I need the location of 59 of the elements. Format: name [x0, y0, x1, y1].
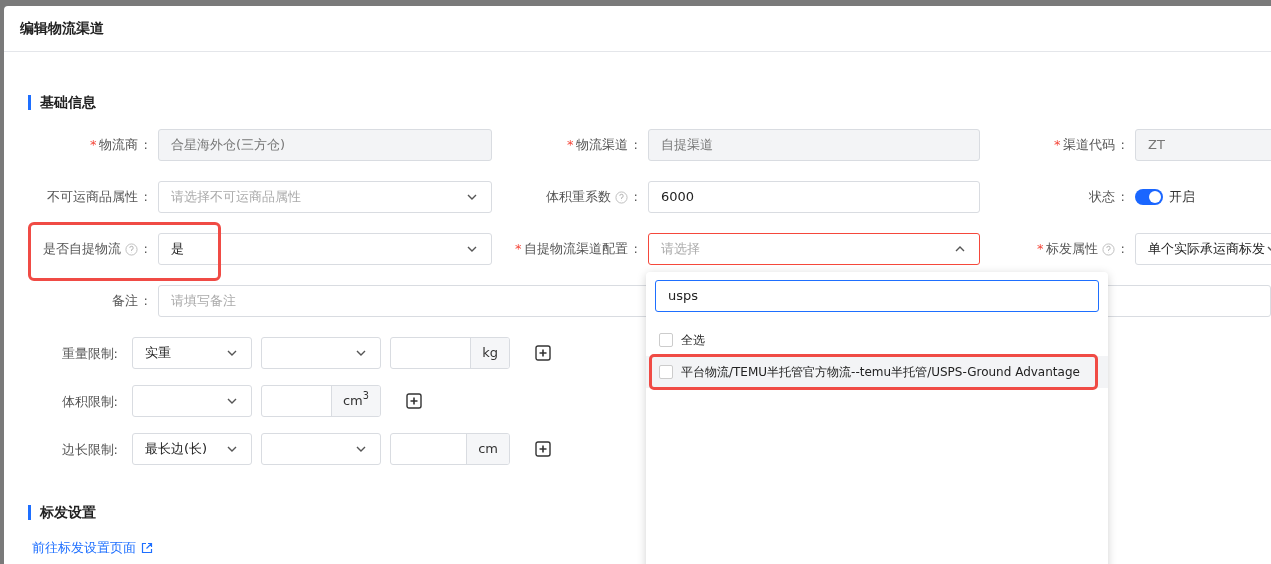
field-label: 体积重系数 [545, 188, 611, 207]
select-field[interactable]: 最长边(长) [132, 433, 252, 465]
select-field[interactable]: 单个实际承运商标发 [1135, 233, 1271, 265]
section-marker [28, 504, 31, 520]
label-colon: : [633, 240, 638, 259]
required-mark: * [90, 136, 97, 155]
required-mark: * [1037, 240, 1044, 259]
external-link-icon [141, 541, 153, 554]
add-icon[interactable] [406, 393, 422, 409]
field-label: 状态 [1088, 188, 1115, 207]
field-label: 物流商 [98, 136, 138, 155]
select-field[interactable] [261, 433, 381, 465]
unit-input-field[interactable]: cm [390, 433, 510, 465]
field-label: 不可运商品属性 [46, 188, 138, 207]
required-mark: * [1054, 136, 1061, 155]
status-switch[interactable] [1135, 189, 1163, 205]
settings-page-link[interactable]: 前往标发设置页面 [32, 538, 153, 558]
select-field[interactable] [261, 337, 381, 369]
label-colon: : [633, 188, 638, 207]
add-icon[interactable] [535, 441, 551, 457]
dialog-title: 编辑物流渠道 [4, 6, 1271, 52]
label-colon: : [143, 136, 148, 155]
switch-label: 开启 [1169, 188, 1195, 207]
select-field[interactable]: 实重 [132, 337, 252, 369]
input-field[interactable]: 6000 [648, 181, 980, 213]
field-label: 物流渠道 [575, 136, 628, 155]
field-label: 渠道代码 [1062, 136, 1115, 155]
section-heading: 基础信息 [40, 92, 96, 112]
search-field[interactable]: usps [655, 280, 1099, 312]
label-colon: : [143, 292, 148, 311]
add-icon[interactable] [535, 345, 551, 361]
limit-label: 重量限制: [61, 346, 118, 361]
required-mark: * [567, 136, 574, 155]
select-field[interactable]: 是 [158, 233, 492, 265]
unit-input-field[interactable]: kg [390, 337, 510, 369]
limit-label: 体积限制: [61, 394, 118, 409]
label-colon: : [143, 188, 148, 207]
field-label: 是否自提物流 [42, 240, 121, 259]
unit-suffix: kg [470, 338, 509, 368]
field-label: 自提物流渠道配置 [523, 240, 628, 259]
label-colon: : [1120, 240, 1125, 259]
select-field[interactable] [132, 385, 252, 417]
section-marker [28, 94, 31, 110]
label-colon: : [633, 136, 638, 155]
unit-input-field[interactable]: cm$^{3}$ [261, 385, 381, 417]
field-label: 备注 [111, 292, 138, 311]
label-colon: : [1120, 188, 1125, 207]
label-colon: : [143, 240, 148, 259]
unit-suffix: cm [466, 434, 509, 464]
label-colon: : [1120, 136, 1125, 155]
unit-suffix: cm$^{3}$ [330, 386, 380, 416]
limit-label: 边长限制: [61, 442, 118, 457]
checkbox[interactable] [659, 333, 673, 347]
required-mark: * [515, 240, 522, 259]
field-label: 标发属性 [1045, 240, 1098, 259]
checkbox[interactable] [659, 365, 673, 379]
option-item[interactable]: 全选 [646, 324, 1108, 356]
option-item[interactable]: 平台物流/TEMU半托管官方物流--temu半托管/USPS-Ground Advantage [646, 356, 1108, 388]
section-heading: 标发设置 [40, 502, 96, 522]
